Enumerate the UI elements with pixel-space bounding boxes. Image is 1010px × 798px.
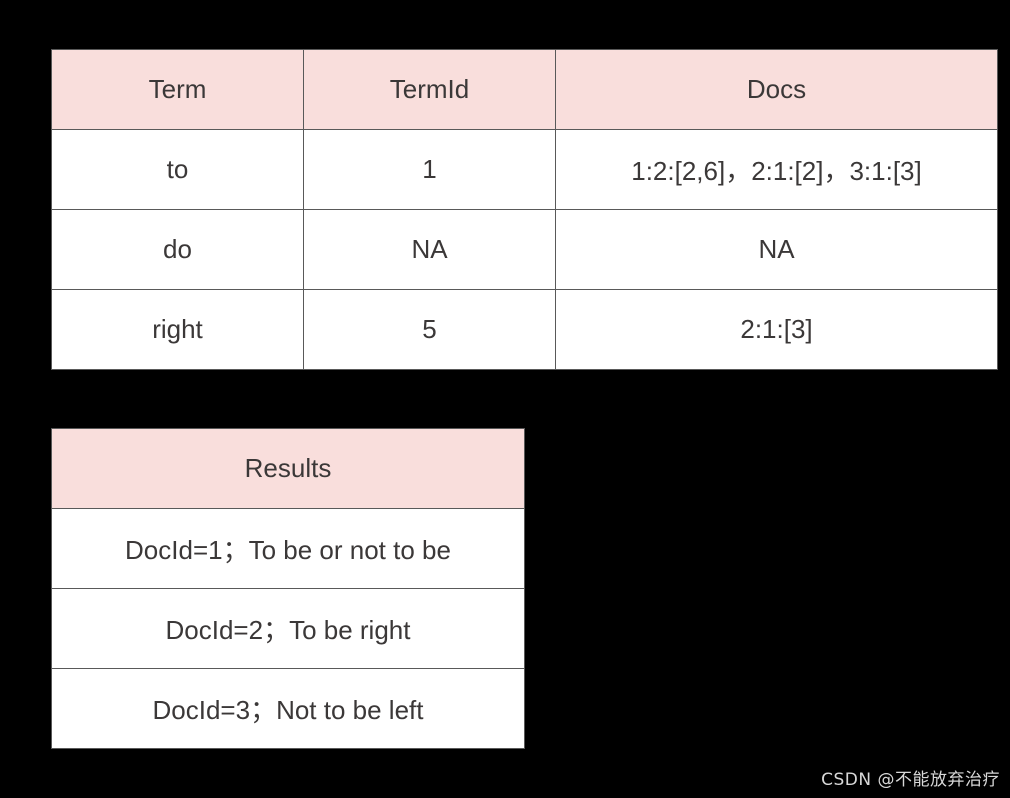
results-row: DocId=1；To be or not to be [51,508,525,589]
cell-docs: 2:1:[3] [555,289,998,370]
column-header-termid: TermId [303,49,556,130]
results-row: DocId=3；Not to be left [51,668,525,749]
cell-result-doc2: DocId=2；To be right [51,588,525,669]
cell-docs: NA [555,209,998,290]
table-row: do NA NA [51,209,998,290]
cell-term: do [51,209,304,290]
cell-term: to [51,129,304,210]
results-row: DocId=2；To be right [51,588,525,669]
cell-term: right [51,289,304,370]
cell-termid: 5 [303,289,556,370]
cell-termid: 1 [303,129,556,210]
cell-termid: NA [303,209,556,290]
cell-docs: 1:2:[2,6]，2:1:[2]，3:1:[3] [555,129,998,210]
inverted-index-table: Term TermId Docs to 1 1:2:[2,6]，2:1:[2]，… [51,49,998,370]
column-header-docs: Docs [555,49,998,130]
column-header-results: Results [51,428,525,509]
cell-result-doc1: DocId=1；To be or not to be [51,508,525,589]
page-background: Term TermId Docs to 1 1:2:[2,6]，2:1:[2]，… [0,0,1010,798]
cell-result-doc3: DocId=3；Not to be left [51,668,525,749]
table-header-row: Term TermId Docs [51,49,998,130]
results-table: Results DocId=1；To be or not to be DocId… [51,428,525,749]
table-row: to 1 1:2:[2,6]，2:1:[2]，3:1:[3] [51,129,998,210]
column-header-term: Term [51,49,304,130]
csdn-watermark: CSDN @不能放弃治疗 [821,770,1000,790]
table-row: right 5 2:1:[3] [51,289,998,370]
results-header-row: Results [51,428,525,509]
